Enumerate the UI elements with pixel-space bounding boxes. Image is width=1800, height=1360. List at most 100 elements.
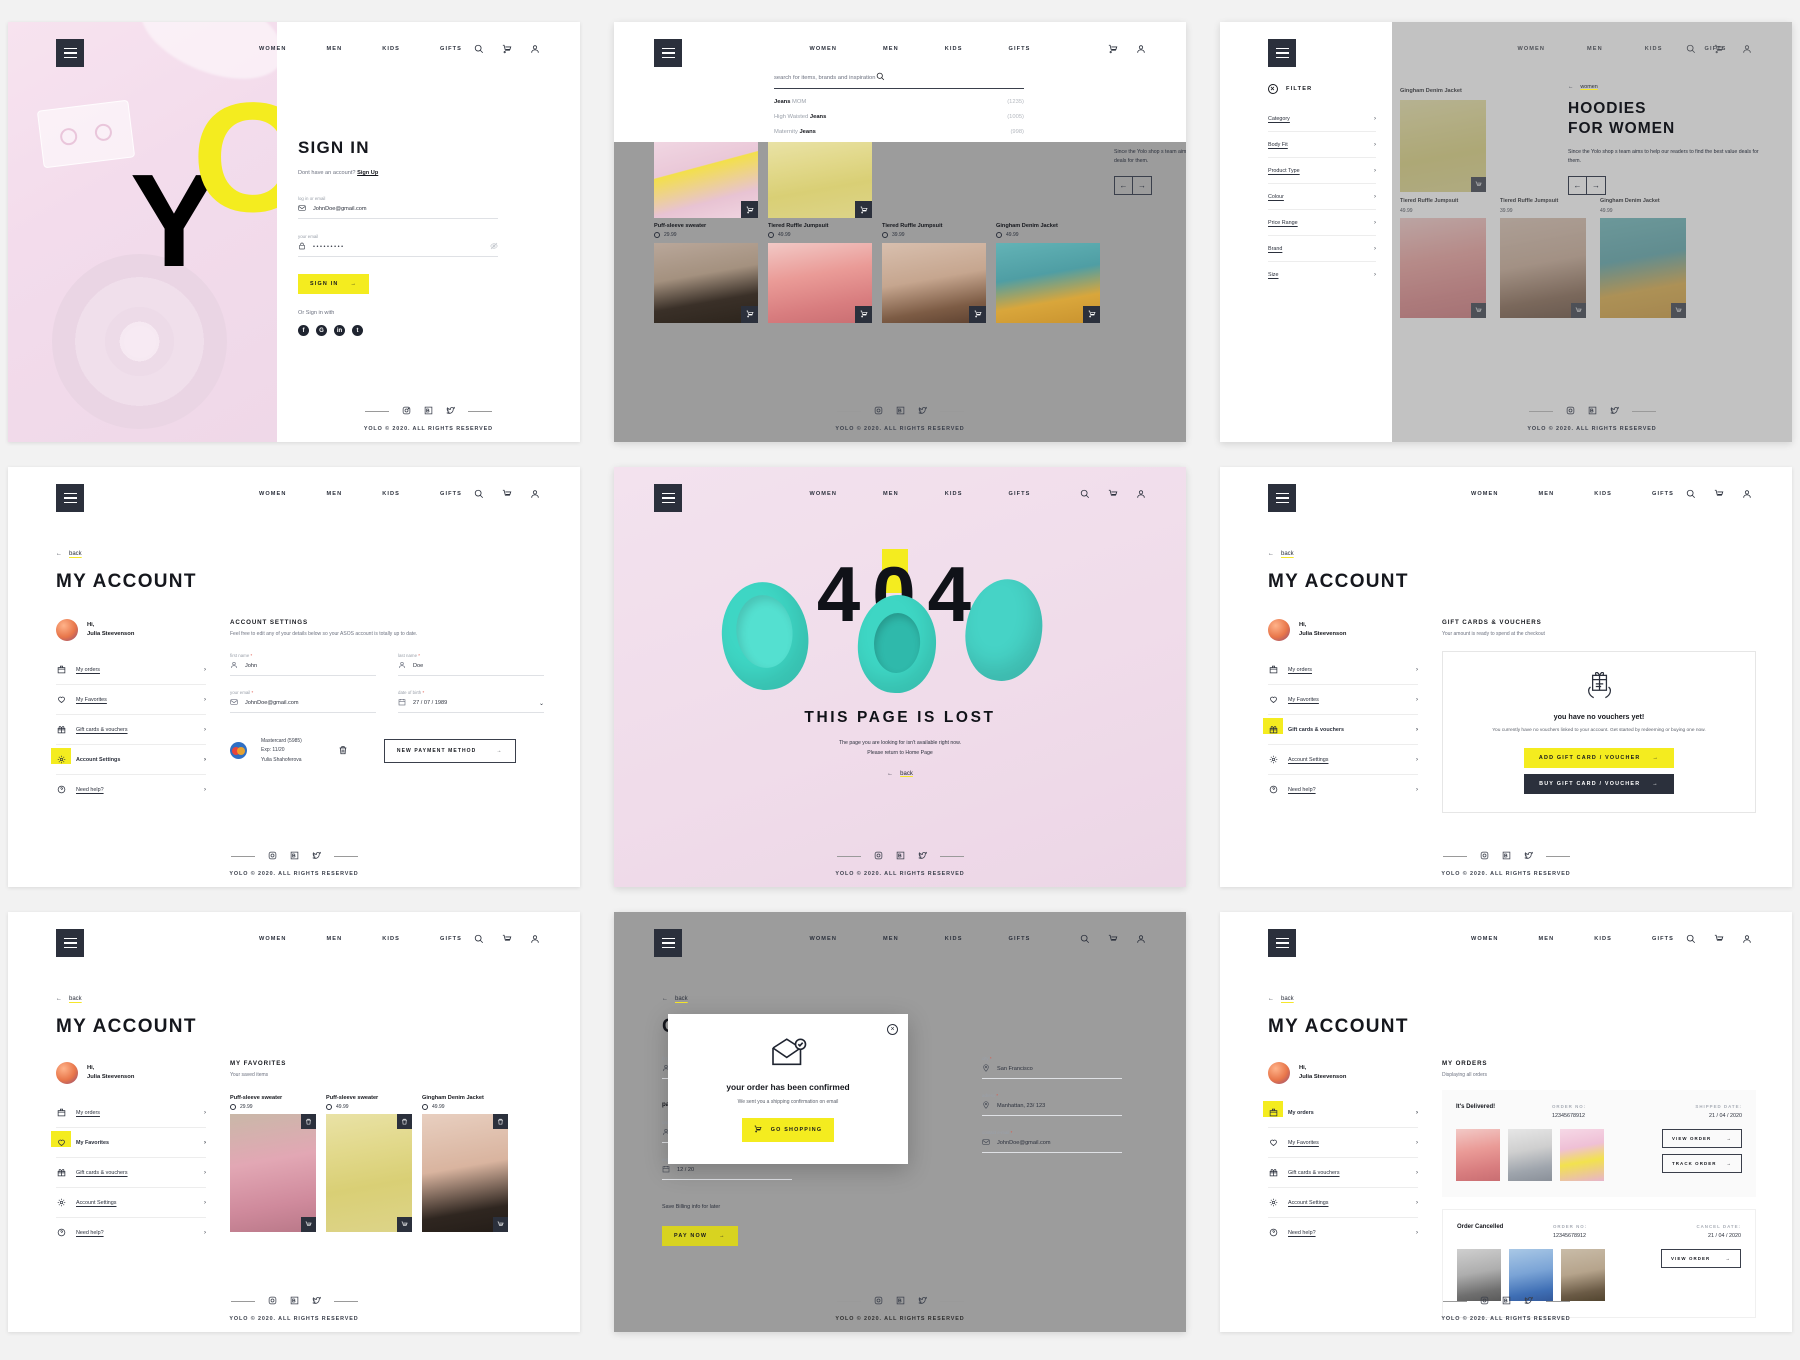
filter-row-colour[interactable]: Colour › bbox=[1268, 184, 1376, 210]
account-icon[interactable] bbox=[1136, 489, 1146, 499]
nav-link-kids[interactable]: KIDS bbox=[382, 46, 400, 52]
nav-link-gifts[interactable]: GIFTS bbox=[1652, 936, 1674, 942]
menu-button[interactable] bbox=[1268, 929, 1296, 957]
cart-icon[interactable] bbox=[1714, 44, 1724, 54]
product-card[interactable]: Tiered Ruffle Jumpsuit 39.99 bbox=[882, 142, 986, 238]
instagram-icon[interactable] bbox=[1566, 406, 1575, 417]
suggestion-row[interactable]: Jeans MOM (1235) bbox=[774, 94, 1024, 109]
behance-icon[interactable] bbox=[896, 406, 905, 417]
sidebar-item-my-orders[interactable]: My orders › bbox=[56, 655, 206, 685]
search-icon[interactable] bbox=[1080, 934, 1090, 944]
product-card[interactable]: Puff-sleeve sweater 29.99 bbox=[654, 142, 758, 238]
account-icon[interactable] bbox=[1136, 44, 1146, 54]
sidebar-item-gift-cards[interactable]: Gift cards & vouchers › bbox=[1268, 1158, 1418, 1188]
track-order-button[interactable]: TRACK ORDER → bbox=[1662, 1154, 1742, 1173]
hero-eyebrow-label[interactable]: women bbox=[1580, 84, 1597, 90]
add-to-cart-icon[interactable] bbox=[741, 305, 758, 323]
filter-row-size[interactable]: Size › bbox=[1268, 262, 1376, 287]
expire-date-input[interactable]: 12 / 20 bbox=[662, 1165, 792, 1180]
toggle-password-icon[interactable] bbox=[490, 242, 498, 252]
search-icon[interactable] bbox=[474, 44, 484, 54]
instagram-icon[interactable] bbox=[874, 1296, 883, 1307]
password-input[interactable]: • • • • • • • • • bbox=[298, 242, 498, 257]
account-icon[interactable] bbox=[1136, 934, 1146, 944]
nav-link-gifts[interactable]: GIFTS bbox=[1652, 491, 1674, 497]
search-icon[interactable] bbox=[1686, 934, 1696, 944]
nav-link-women[interactable]: WOMEN bbox=[809, 936, 837, 942]
nav-link-men[interactable]: MEN bbox=[1539, 936, 1555, 942]
address-input[interactable]: Manhattan, 23/ 123 bbox=[982, 1101, 1122, 1116]
add-to-cart-icon[interactable] bbox=[1671, 303, 1686, 318]
nav-link-men[interactable]: MEN bbox=[883, 936, 899, 942]
last-name-input[interactable]: Doe bbox=[398, 661, 544, 676]
favorite-card[interactable]: Gingham Denim Jacket 49.99 bbox=[422, 1090, 508, 1232]
cart-icon[interactable] bbox=[1108, 44, 1118, 54]
twitter-icon[interactable] bbox=[918, 851, 927, 862]
twitter-icon[interactable] bbox=[1524, 1296, 1533, 1307]
nav-link-gifts[interactable]: GIFTS bbox=[440, 936, 462, 942]
favorite-card[interactable]: Puff-sleeve sweater 49.99 bbox=[326, 1090, 412, 1232]
cart-icon[interactable] bbox=[502, 44, 512, 54]
behance-icon[interactable] bbox=[1502, 851, 1511, 862]
sidebar-item-need-help[interactable]: Need help? › bbox=[1268, 1218, 1418, 1247]
sidebar-item-my-favorites[interactable]: My Favorites › bbox=[51, 1128, 206, 1158]
sidebar-item-account-settings[interactable]: Account Settings › bbox=[1268, 1188, 1418, 1218]
suggestion-row[interactable]: Maternity Jeans (998) bbox=[774, 124, 1024, 139]
go-shopping-button[interactable]: GO SHOPPING bbox=[741, 1118, 835, 1142]
city-input[interactable]: San Francisco bbox=[982, 1064, 1122, 1079]
nav-link-kids[interactable]: KIDS bbox=[1594, 936, 1612, 942]
sidebar-item-my-orders[interactable]: My orders › bbox=[1268, 655, 1418, 685]
menu-button[interactable] bbox=[56, 929, 84, 957]
product-card[interactable]: Gingham Denim Jacket 49.99 bbox=[996, 142, 1100, 238]
add-to-cart-icon[interactable] bbox=[1571, 303, 1586, 318]
add-to-cart-icon[interactable] bbox=[301, 1216, 316, 1232]
account-icon[interactable] bbox=[1742, 44, 1752, 54]
search-icon[interactable] bbox=[474, 934, 484, 944]
menu-button[interactable] bbox=[654, 484, 682, 512]
back-link[interactable]: ← back bbox=[662, 996, 688, 1002]
product-card[interactable] bbox=[996, 242, 1100, 323]
close-icon[interactable]: × bbox=[1268, 84, 1278, 94]
add-to-cart-icon[interactable] bbox=[1471, 303, 1486, 318]
account-icon[interactable] bbox=[530, 44, 540, 54]
remove-favorite-icon[interactable] bbox=[493, 1113, 508, 1129]
twitter-icon[interactable] bbox=[312, 1296, 321, 1307]
buy-gift-card-button[interactable]: BUY GIFT CARD / VOUCHER → bbox=[1524, 773, 1674, 794]
search-icon[interactable] bbox=[1686, 44, 1696, 54]
nav-link-gifts[interactable]: GIFTS bbox=[440, 46, 462, 52]
nav-link-women[interactable]: WOMEN bbox=[259, 46, 287, 52]
menu-button[interactable] bbox=[654, 929, 682, 957]
menu-button[interactable] bbox=[1268, 484, 1296, 512]
product-card[interactable] bbox=[882, 242, 986, 323]
add-to-cart-icon[interactable] bbox=[1471, 177, 1486, 192]
arrow-right-icon[interactable]: → bbox=[1133, 175, 1152, 195]
nav-link-men[interactable]: MEN bbox=[327, 46, 343, 52]
nav-link-men[interactable]: MEN bbox=[327, 936, 343, 942]
search-icon[interactable] bbox=[474, 489, 484, 499]
behance-icon[interactable] bbox=[896, 851, 905, 862]
menu-button[interactable] bbox=[56, 484, 84, 512]
view-order-button[interactable]: VIEW ORDER → bbox=[1662, 1129, 1742, 1148]
sidebar-item-my-favorites[interactable]: My Favorites › bbox=[56, 685, 206, 715]
product-card[interactable] bbox=[768, 242, 872, 323]
add-to-cart-icon[interactable] bbox=[741, 201, 758, 218]
behance-icon[interactable] bbox=[290, 851, 299, 862]
save-billing-label[interactable]: Save Billing info for later bbox=[662, 1204, 792, 1210]
nav-link-men[interactable]: MEN bbox=[883, 491, 899, 497]
twitter-icon[interactable] bbox=[918, 1296, 927, 1307]
sidebar-item-gift-cards[interactable]: Gift cards & vouchers › bbox=[56, 715, 206, 745]
nav-link-women[interactable]: WOMEN bbox=[1471, 936, 1499, 942]
sidebar-item-need-help[interactable]: Need help? › bbox=[1268, 775, 1418, 804]
sidebar-item-my-favorites[interactable]: My Favorites › bbox=[1268, 1128, 1418, 1158]
behance-icon[interactable] bbox=[290, 1296, 299, 1307]
nav-link-gifts[interactable]: GIFTS bbox=[1009, 491, 1031, 497]
add-to-cart-icon[interactable] bbox=[397, 1216, 412, 1232]
nav-link-women[interactable]: WOMEN bbox=[1471, 491, 1499, 497]
sidebar-item-need-help[interactable]: Need help? › bbox=[56, 1218, 206, 1247]
linkedin-icon[interactable]: in bbox=[334, 325, 345, 336]
sidebar-item-account-settings[interactable]: Account Settings › bbox=[1268, 745, 1418, 775]
add-to-cart-icon[interactable] bbox=[493, 1216, 508, 1232]
search-icon[interactable] bbox=[1686, 489, 1696, 499]
first-name-input[interactable]: John bbox=[230, 661, 376, 676]
filter-row-price-range[interactable]: Price Range › bbox=[1268, 210, 1376, 236]
